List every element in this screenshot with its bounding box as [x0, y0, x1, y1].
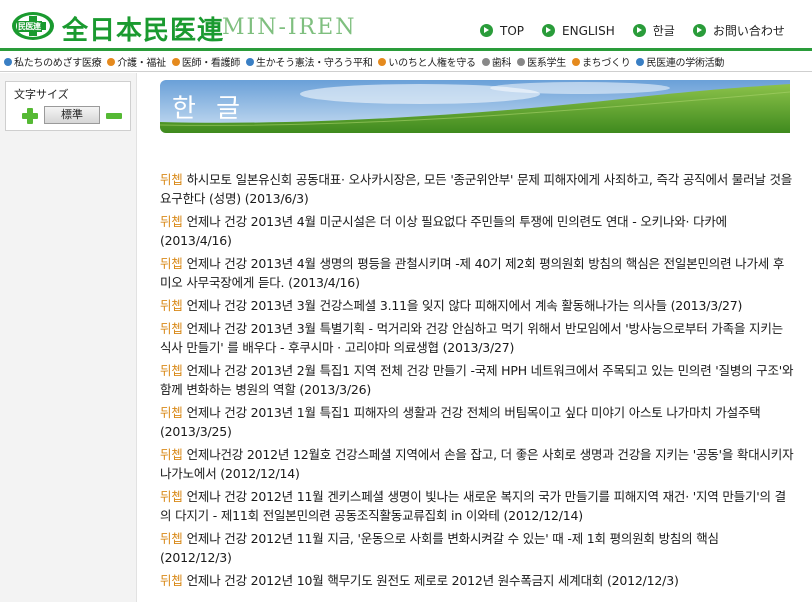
top-nav-label: TOP	[500, 23, 525, 38]
news-tag: 뒤쳅	[160, 573, 183, 588]
bullet-icon	[4, 57, 12, 66]
category-item-medical[interactable]: 私たちのめざす医療	[4, 54, 102, 69]
top-nav-top[interactable]: TOP	[480, 22, 524, 39]
font-decrease-icon[interactable]	[106, 113, 122, 119]
bullet-icon	[481, 57, 490, 66]
font-size-control: 文字サイズ 標準	[5, 81, 131, 131]
news-link[interactable]: 언제나 건강 2013년 4월 미군시설은 더 이상 필요없다 주민들의 투쟁에…	[160, 214, 727, 248]
news-link[interactable]: 언제나 건강 2012년 10월 핵무기도 원전도 제로로 2012년 원수폭금…	[187, 573, 679, 588]
news-item[interactable]: 뒤쳅 언제나 건강 2013년 4월 미군시설은 더 이상 필요없다 주민들의 투…	[160, 212, 794, 250]
top-nav-label: ENGLISH	[562, 23, 615, 38]
category-nav: 私たちのめざす医療 介護・福祉 医師・看護師 生かそう憲法・守ろう平和 いのちと…	[0, 52, 812, 72]
logo-emblem[interactable]: 民医連	[10, 10, 56, 42]
font-increase-icon[interactable]	[22, 108, 38, 124]
news-item[interactable]: 뒤쳅 언제나 건강 2013년 4월 생명의 평등을 관철시키며 -제 40기 제…	[160, 254, 794, 292]
left-sidebar: 文字サイズ 標準	[0, 73, 137, 602]
news-tag: 뒤쳅	[160, 298, 183, 313]
news-item[interactable]: 뒤쳅 언제나 건강 2013년 3월 특별기획 - 먹거리와 건강 안심하고 먹기…	[160, 319, 794, 357]
category-item-community[interactable]: まちづくり	[571, 54, 631, 69]
bullet-icon	[107, 57, 116, 66]
category-item-human-rights[interactable]: いのちと人権を守る	[378, 54, 476, 69]
top-nav-label: 한글	[652, 24, 675, 38]
news-item[interactable]: 뒤쳅 언제나건강 2012년 12월호 건강스페셜 지역에서 손을 잡고, 더 좋…	[160, 445, 794, 483]
news-link[interactable]: 언제나 건강 2012년 11월 지금, '운동으로 사회를 변화시켜갈 수 있…	[160, 531, 719, 565]
bullet-icon	[378, 57, 387, 66]
logo-badge-text: 民医連	[17, 21, 42, 32]
news-list: 뒤쳅 하시모토 일본유신회 공동대표· 오사카시장은, 모든 '종군위안부' 문제…	[160, 170, 794, 594]
news-link[interactable]: 언제나 건강 2013년 3월 건강스페셜 3.11을 잊지 않다 피해지에서 …	[187, 298, 743, 313]
banner-landscape-image	[160, 80, 790, 133]
news-link[interactable]: 언제나 건강 2013년 4월 생명의 평등을 관철시키며 -제 40기 제2회…	[160, 256, 784, 290]
news-tag: 뒤쳅	[160, 172, 183, 187]
news-item[interactable]: 뒤쳅 언제나 건강 2012년 11월 겐키스페셜 생명이 빛나는 새로운 복지의…	[160, 487, 794, 525]
top-nav: TOP ENGLISH 한글 お問い合わせ	[480, 22, 785, 39]
news-tag: 뒤쳅	[160, 489, 183, 504]
news-item[interactable]: 뒤쳅 언제나 건강 2013년 2월 특집1 지역 전체 건강 만들기 -국제 H…	[160, 361, 794, 399]
arrow-circle-icon	[632, 24, 646, 37]
news-item[interactable]: 뒤쳅 언제나 건강 2012년 10월 핵무기도 원전도 제로로 2012년 원수…	[160, 571, 794, 590]
site-title[interactable]: 全日本民医連	[62, 10, 224, 47]
news-tag: 뒤쳅	[160, 256, 183, 271]
bullet-icon	[571, 57, 580, 66]
news-tag: 뒤쳅	[160, 363, 183, 378]
news-link[interactable]: 하시모토 일본유신회 공동대표· 오사카시장은, 모든 '종군위안부' 문제 피…	[160, 172, 792, 206]
font-standard-button[interactable]: 標準	[44, 106, 100, 124]
news-tag: 뒤쳅	[160, 321, 183, 336]
news-tag: 뒤쳅	[160, 531, 183, 546]
category-item-dental[interactable]: 歯科	[481, 54, 511, 69]
top-nav-contact[interactable]: お問い合わせ	[692, 22, 785, 39]
news-link[interactable]: 언제나 건강 2013년 3월 특별기획 - 먹거리와 건강 안심하고 먹기 위…	[160, 321, 783, 355]
bullet-icon	[171, 57, 180, 66]
category-item-academic[interactable]: 民医連の学術活動	[636, 54, 724, 69]
news-item[interactable]: 뒤쳅 하시모토 일본유신회 공동대표· 오사카시장은, 모든 '종군위안부' 문제…	[160, 170, 794, 208]
news-link[interactable]: 언제나 건강 2012년 11월 겐키스페셜 생명이 빛나는 새로운 복지의 국…	[160, 489, 786, 523]
news-tag: 뒤쳅	[160, 447, 183, 462]
page-banner: 한 글	[160, 80, 790, 133]
news-tag: 뒤쳅	[160, 405, 183, 420]
arrow-circle-icon	[692, 24, 706, 37]
arrow-circle-icon	[480, 24, 493, 37]
top-nav-label: お問い合わせ	[712, 24, 785, 38]
top-nav-korean[interactable]: 한글	[632, 22, 675, 39]
category-item-students[interactable]: 医系学生	[517, 54, 566, 69]
header-divider	[0, 48, 812, 51]
site-subtitle: MIN-IREN	[222, 15, 357, 40]
font-size-label: 文字サイズ	[14, 88, 69, 101]
arrow-circle-icon	[542, 24, 556, 37]
news-item[interactable]: 뒤쳅 언제나 건강 2012년 11월 지금, '운동으로 사회를 변화시켜갈 수…	[160, 529, 794, 567]
bullet-icon	[246, 57, 255, 66]
news-link[interactable]: 언제나 건강 2013년 2월 특집1 지역 전체 건강 만들기 -국제 HPH…	[160, 363, 794, 397]
news-link[interactable]: 언제나 건강 2013년 1월 특집1 피해자의 생활과 건강 전체의 버팀목이…	[160, 405, 761, 439]
page-title: 한 글	[172, 94, 247, 124]
category-item-peace[interactable]: 生かそう憲法・守ろう平和	[246, 54, 373, 69]
category-item-care[interactable]: 介護・福祉	[107, 54, 166, 69]
bullet-icon	[517, 57, 526, 66]
news-item[interactable]: 뒤쳅 언제나 건강 2013년 1월 특집1 피해자의 생활과 건강 전체의 버팀…	[160, 403, 794, 441]
bullet-icon	[636, 57, 645, 66]
news-link[interactable]: 언제나건강 2012년 12월호 건강스페셜 지역에서 손을 잡고, 더 좋은 …	[160, 447, 794, 481]
news-tag: 뒤쳅	[160, 214, 183, 229]
site-header: 民医連 全日本民医連 MIN-IREN TOP ENGLISH 한글 お問い合わ…	[0, 0, 812, 52]
top-nav-english[interactable]: ENGLISH	[542, 22, 615, 39]
news-item[interactable]: 뒤쳅 언제나 건강 2013년 3월 건강스페셜 3.11을 잊지 않다 피해지에…	[160, 296, 794, 315]
category-item-doctors[interactable]: 医師・看護師	[171, 54, 240, 69]
